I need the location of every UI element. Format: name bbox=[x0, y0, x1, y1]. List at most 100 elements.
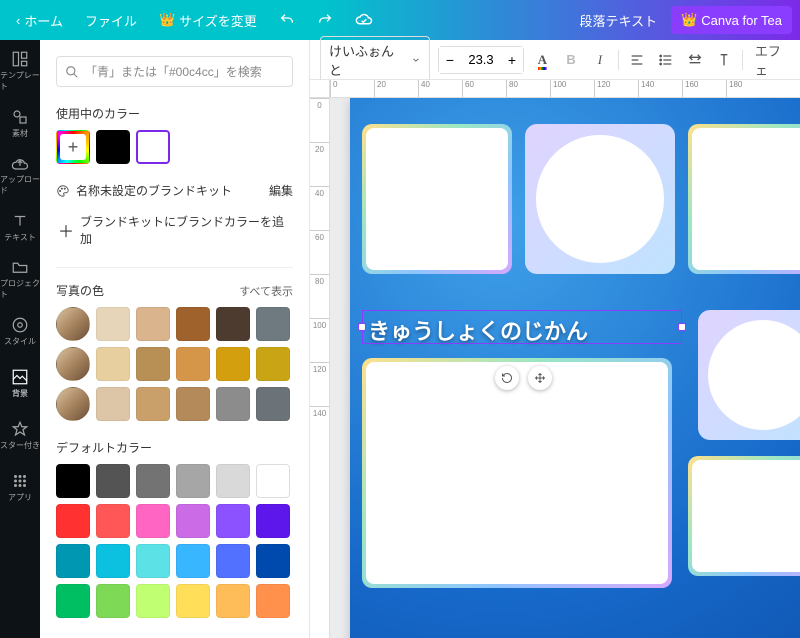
canvas-stage[interactable]: きゅうしょくのじかん bbox=[330, 98, 800, 638]
search-icon bbox=[65, 65, 79, 79]
resize-handle-right[interactable] bbox=[678, 323, 686, 331]
size-increase[interactable]: + bbox=[501, 47, 523, 73]
spacing-button[interactable] bbox=[685, 47, 706, 73]
photo-frame[interactable] bbox=[362, 124, 512, 274]
color-search-input[interactable]: 「青」または「#00c4cc」を検索 bbox=[56, 56, 293, 87]
ruler-tick: 0 bbox=[330, 80, 374, 97]
color-swatch[interactable] bbox=[136, 307, 170, 341]
upgrade-cta[interactable]: 👑 Canva for Tea bbox=[671, 6, 792, 34]
chevron-down-icon bbox=[411, 55, 421, 65]
color-swatch[interactable] bbox=[216, 307, 250, 341]
color-swatch[interactable] bbox=[256, 544, 290, 578]
color-swatch[interactable] bbox=[96, 464, 130, 498]
color-swatch[interactable] bbox=[96, 584, 130, 618]
photo-source-thumb[interactable] bbox=[56, 307, 90, 341]
color-swatch[interactable] bbox=[96, 130, 130, 164]
text-color-button[interactable]: A bbox=[532, 47, 553, 73]
rotate-button[interactable] bbox=[495, 366, 519, 390]
color-swatch[interactable] bbox=[136, 584, 170, 618]
photo-frame-large[interactable] bbox=[362, 358, 672, 588]
rail-templates[interactable]: テンプレート bbox=[0, 46, 40, 96]
paragraph-text-button[interactable]: 段落テキスト bbox=[571, 7, 665, 34]
color-swatch[interactable] bbox=[176, 307, 210, 341]
rail-projects[interactable]: プロジェクト bbox=[0, 254, 40, 304]
horizontal-ruler[interactable]: 020406080100120140160180 bbox=[330, 80, 800, 98]
text-toolbar: けいふぉんと − + A B I エフェ bbox=[310, 40, 800, 80]
italic-button[interactable]: I bbox=[590, 47, 611, 73]
color-swatch[interactable] bbox=[216, 347, 250, 381]
move-button[interactable] bbox=[528, 366, 552, 390]
photo-source-thumb[interactable] bbox=[56, 387, 90, 421]
size-decrease[interactable]: − bbox=[439, 47, 461, 73]
photo-frame-circle[interactable] bbox=[525, 124, 675, 274]
color-swatch[interactable] bbox=[256, 347, 290, 381]
color-swatch[interactable] bbox=[136, 544, 170, 578]
color-swatch[interactable] bbox=[96, 387, 130, 421]
add-color-button[interactable] bbox=[56, 130, 90, 164]
color-swatch[interactable] bbox=[96, 544, 130, 578]
color-swatch[interactable] bbox=[176, 387, 210, 421]
photo-color-rows bbox=[56, 307, 293, 421]
color-swatch[interactable] bbox=[56, 584, 90, 618]
align-button[interactable] bbox=[627, 47, 648, 73]
color-swatch[interactable] bbox=[56, 504, 90, 538]
vertical-ruler[interactable]: 020406080100120140 bbox=[310, 98, 330, 638]
color-swatch[interactable] bbox=[136, 464, 170, 498]
color-swatch[interactable] bbox=[56, 544, 90, 578]
list-button[interactable] bbox=[656, 47, 677, 73]
font-dropdown[interactable]: けいふぉんと bbox=[320, 36, 430, 84]
photo-frame-circle[interactable] bbox=[698, 310, 800, 440]
color-swatch[interactable] bbox=[136, 504, 170, 538]
rail-elements[interactable]: 素材 bbox=[0, 98, 40, 148]
color-swatch[interactable] bbox=[136, 347, 170, 381]
font-size-stepper[interactable]: − + bbox=[438, 46, 524, 74]
resize-handle-left[interactable] bbox=[358, 323, 366, 331]
color-swatch[interactable] bbox=[96, 504, 130, 538]
brandkit-add-button[interactable]: ＋ ブランドキットにブランドカラーを追加 bbox=[56, 207, 293, 253]
in-use-swatches bbox=[56, 130, 293, 164]
color-swatch[interactable] bbox=[176, 584, 210, 618]
color-swatch[interactable] bbox=[216, 387, 250, 421]
ruler-tick: 60 bbox=[462, 80, 506, 97]
font-size-input[interactable] bbox=[461, 52, 501, 67]
vertical-text-button[interactable] bbox=[713, 47, 734, 73]
undo-button[interactable] bbox=[271, 8, 303, 32]
color-swatch[interactable] bbox=[216, 584, 250, 618]
color-swatch[interactable] bbox=[216, 464, 250, 498]
color-swatch[interactable] bbox=[176, 464, 210, 498]
bold-button[interactable]: B bbox=[561, 47, 582, 73]
color-swatch[interactable] bbox=[176, 347, 210, 381]
color-swatch[interactable] bbox=[216, 544, 250, 578]
color-swatch-selected[interactable] bbox=[136, 130, 170, 164]
rail-starred[interactable]: スター付き bbox=[0, 410, 40, 460]
color-swatch[interactable] bbox=[256, 387, 290, 421]
photo-source-thumb[interactable] bbox=[56, 347, 90, 381]
color-swatch[interactable] bbox=[176, 544, 210, 578]
back-button[interactable]: ‹ ホーム bbox=[8, 7, 71, 34]
rail-text[interactable]: テキスト bbox=[0, 202, 40, 252]
sync-status[interactable] bbox=[347, 7, 381, 33]
color-swatch[interactable] bbox=[216, 504, 250, 538]
design-page[interactable]: きゅうしょくのじかん bbox=[350, 98, 800, 638]
color-swatch[interactable] bbox=[96, 307, 130, 341]
photo-frame[interactable] bbox=[688, 456, 800, 576]
show-all-link[interactable]: すべて表示 bbox=[239, 283, 293, 299]
rail-uploads[interactable]: アップロード bbox=[0, 150, 40, 200]
resize-button[interactable]: 👑 サイズを変更 bbox=[151, 7, 265, 34]
rail-styles[interactable]: スタイル bbox=[0, 306, 40, 356]
color-swatch[interactable] bbox=[56, 464, 90, 498]
rail-apps[interactable]: アプリ bbox=[0, 462, 40, 512]
rail-background[interactable]: 背景 bbox=[0, 358, 40, 408]
photo-frame[interactable] bbox=[688, 124, 800, 274]
color-swatch[interactable] bbox=[256, 584, 290, 618]
effects-button[interactable]: エフェ bbox=[751, 47, 790, 73]
color-swatch[interactable] bbox=[136, 387, 170, 421]
color-swatch[interactable] bbox=[256, 464, 290, 498]
color-swatch[interactable] bbox=[176, 504, 210, 538]
brandkit-edit-link[interactable]: 編集 bbox=[269, 182, 293, 199]
file-menu[interactable]: ファイル bbox=[77, 7, 145, 34]
color-swatch[interactable] bbox=[256, 504, 290, 538]
color-swatch[interactable] bbox=[256, 307, 290, 341]
redo-button[interactable] bbox=[309, 8, 341, 32]
color-swatch[interactable] bbox=[96, 347, 130, 381]
